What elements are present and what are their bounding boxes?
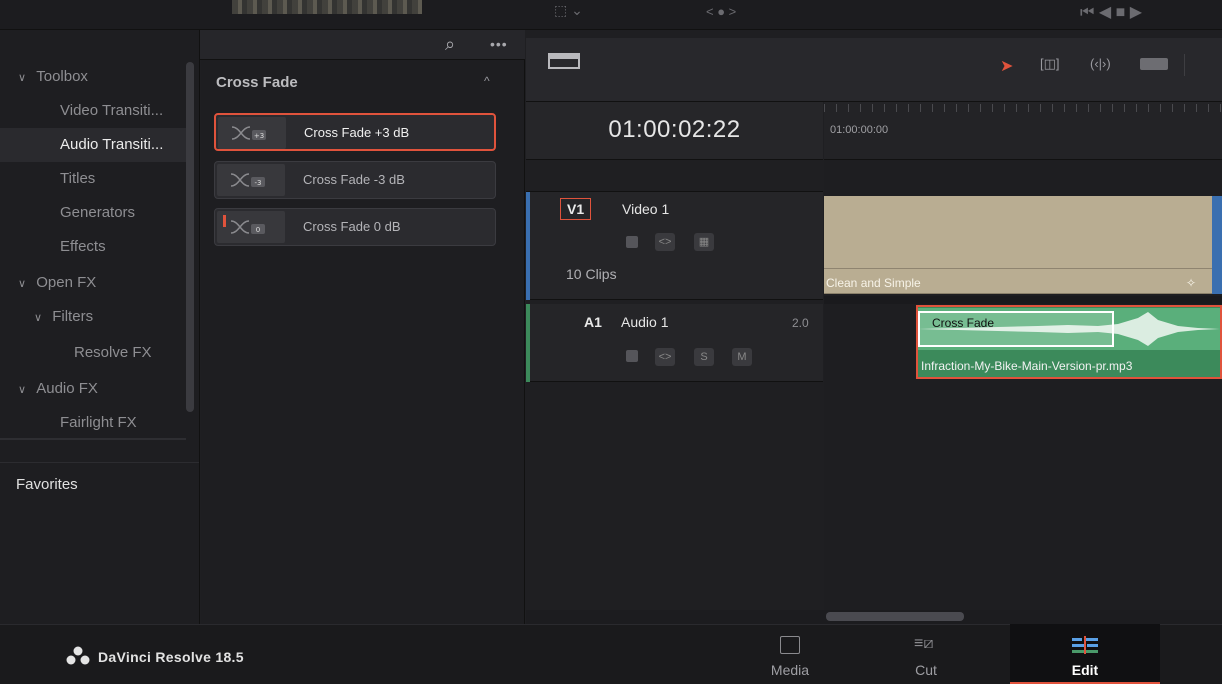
current-timecode[interactable]: 01:00:02:22 [526, 116, 823, 144]
film-strip-icon[interactable]: ▦ [694, 233, 714, 251]
lock-icon[interactable] [626, 236, 638, 248]
audio-channels: 2.0 [792, 316, 809, 330]
track-tag-a1[interactable]: A1 [578, 312, 608, 332]
tree-item-label: Generators [60, 204, 136, 221]
chevron-down-icon: ∨ [18, 384, 27, 396]
cut-icon: ≡⧄ [914, 635, 934, 652]
favorites-heading[interactable]: Favorites [16, 476, 78, 493]
transition-label: Cross Fade +3 dB [304, 125, 410, 140]
track-tag-v1[interactable]: V1 [560, 198, 592, 220]
tree-item-toolbox[interactable]: ∨ Toolbox [0, 60, 186, 94]
top-viewer-strip [0, 0, 1222, 30]
transition-label: Cross Fade 0 dB [303, 219, 401, 234]
tree-item-fairlight-fx[interactable]: Fairlight FX [0, 406, 186, 440]
transport-controls[interactable]: ⏮ ◀ ■ ▶ [1080, 2, 1142, 22]
mute-button[interactable]: M [732, 348, 752, 366]
group-title: Cross Fade [216, 74, 298, 91]
track-separator [824, 296, 1222, 304]
next-clip-edge[interactable] [1212, 196, 1222, 294]
tree-item-titles[interactable]: Titles [0, 162, 186, 196]
clip-divider [824, 268, 1212, 269]
more-options-icon[interactable]: ••• [490, 36, 508, 52]
sparkle-icon: ✧ [1186, 276, 1197, 290]
tree-item-label: Audio FX [36, 380, 98, 397]
tree-item-label: Filters [52, 308, 94, 325]
clip-thumbnail [232, 0, 422, 14]
tree-item-label: Effects [60, 238, 106, 255]
page-tab-label: Cut [915, 662, 937, 678]
lock-icon[interactable] [626, 350, 638, 362]
svg-text:0: 0 [256, 226, 260, 234]
crossfade-icon: 0 [217, 211, 285, 243]
video-track-name[interactable]: Video 1 [622, 201, 669, 217]
media-icon [780, 636, 800, 654]
transition-item[interactable]: 0 Cross Fade 0 dB [214, 208, 496, 246]
auto-select-icon[interactable]: <> [655, 348, 675, 366]
video-clip-label: Clean and Simple [826, 276, 921, 290]
trim-tool-icon[interactable]: [◫] [1040, 56, 1060, 72]
divider [0, 462, 199, 463]
edit-icon [1072, 636, 1098, 657]
app-name: DaVinci Resolve 18.5 [98, 649, 244, 665]
chevron-down-icon: ∨ [18, 72, 27, 84]
tree-item-filters[interactable]: ∨ Filters [0, 300, 186, 334]
viewer-mode-icon[interactable]: ⬚ ⌄ [554, 2, 583, 19]
tree-item-label: Video Transiti... [60, 102, 164, 119]
collapse-chevron-icon[interactable]: ^ [484, 74, 490, 88]
page-tab-media[interactable]: Media [740, 624, 840, 684]
tree-item-resolve-fx[interactable]: Resolve FX [0, 336, 186, 370]
tree-item-generators[interactable]: Generators [0, 196, 186, 230]
transition-label: Cross Fade -3 dB [303, 172, 405, 187]
blade-tool-icon[interactable] [1140, 58, 1168, 70]
sidebar-scrollbar[interactable] [186, 62, 194, 412]
effects-tree-panel: ∨ Toolbox Video Transiti... Audio Transi… [0, 30, 200, 624]
page-tab-label: Media [770, 662, 810, 678]
audio-track-name[interactable]: Audio 1 [621, 314, 668, 330]
davinci-logo-icon [66, 646, 90, 671]
selection-pointer-icon[interactable]: ➤ [1000, 56, 1013, 76]
timeline-horizontal-scrollbar[interactable] [826, 612, 964, 621]
tree-item-audio-transitions[interactable]: Audio Transiti... [0, 128, 186, 162]
tree-item-video-transitions[interactable]: Video Transiti... [0, 94, 186, 128]
crossfade-icon: +3 [218, 117, 286, 149]
solo-button[interactable]: S [694, 348, 714, 366]
track-spacer [526, 160, 823, 192]
tree-item-label: Audio Transiti... [60, 136, 164, 153]
clips-count: 10 Clips [566, 266, 617, 282]
tree-item-label: Open FX [36, 274, 97, 291]
chevron-down-icon: ∨ [18, 278, 27, 290]
divider [1184, 54, 1185, 76]
timeline-toolbar [526, 38, 1222, 102]
transition-item[interactable]: +3 Cross Fade +3 dB [214, 113, 496, 151]
ruler-ticks [824, 104, 1222, 112]
ruler-timecode-label: 01:00:00:00 [830, 124, 889, 136]
tree-item-label: Titles [60, 170, 96, 187]
audio-track-header[interactable] [526, 304, 823, 382]
audio-clip-label: Infraction-My-Bike-Main-Version-pr.mp3 [921, 359, 1133, 373]
timeline-view-options-icon[interactable] [548, 53, 580, 69]
svg-text:-3: -3 [255, 179, 262, 187]
search-icon[interactable]: ⌕ [445, 34, 455, 55]
tree-item-effects[interactable]: Effects [0, 230, 186, 264]
auto-select-icon[interactable]: <> [655, 233, 675, 251]
svg-text:+3: +3 [254, 132, 264, 140]
tree-item-label: Fairlight FX [60, 414, 137, 431]
view-toggle[interactable]: < ● > [706, 4, 736, 19]
page-tab-cut[interactable]: ≡⧄ Cut [876, 624, 976, 684]
page-tab-edit[interactable]: Edit [1010, 624, 1160, 684]
crossfade-transition-label: Cross Fade [932, 316, 995, 330]
tree-item-open-fx[interactable]: ∨ Open FX [0, 266, 186, 300]
crossfade-icon: -3 [217, 164, 285, 196]
chevron-down-icon: ∨ [34, 312, 43, 324]
tree-item-label: Toolbox [36, 68, 88, 85]
tree-item-label: Resolve FX [74, 344, 152, 361]
video-track-color-bar [526, 192, 530, 300]
tree-item-audio-fx[interactable]: ∨ Audio FX [0, 372, 186, 406]
audio-track-color-bar [526, 304, 530, 382]
transition-item[interactable]: -3 Cross Fade -3 dB [214, 161, 496, 199]
dynamic-trim-icon[interactable]: (‹|›) [1090, 56, 1111, 71]
page-tab-label: Edit [1071, 662, 1099, 678]
